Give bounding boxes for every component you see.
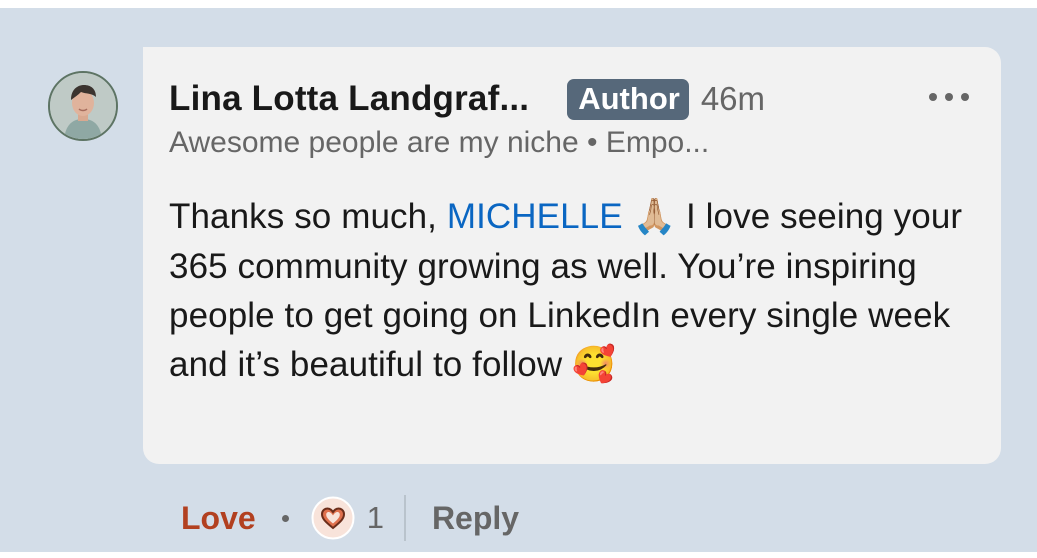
author-name[interactable]: Lina Lotta Landgraf...: [169, 79, 529, 119]
ellipsis-dot: [929, 93, 937, 101]
comment-text-intro: Thanks so much,: [169, 197, 447, 236]
comment-header: Lina Lotta Landgraf... Author 46m: [169, 78, 766, 120]
author-badge: Author: [567, 78, 689, 120]
mention-link[interactable]: MICHELLE: [447, 197, 623, 236]
reaction-count[interactable]: 1: [367, 500, 384, 536]
comment-bubble: Lina Lotta Landgraf... Author 46m Awesom…: [143, 47, 1001, 464]
comment-screen: Lina Lotta Landgraf... Author 46m Awesom…: [0, 0, 1037, 558]
folded-hands-emoji: 🙏🏼: [632, 197, 677, 237]
ellipsis-icon[interactable]: [929, 89, 969, 105]
heart-reaction-icon[interactable]: [311, 496, 355, 540]
comment-text: Thanks so much, MICHELLE 🙏🏼 I love seein…: [169, 192, 969, 390]
avatar[interactable]: [48, 71, 118, 141]
actions-divider: [403, 495, 406, 541]
love-button[interactable]: Love: [181, 500, 256, 537]
comment-timestamp: 46m: [700, 80, 766, 117]
author-headline: Awesome people are my niche • Empo...: [169, 126, 710, 159]
reply-button[interactable]: Reply: [432, 500, 519, 537]
ellipsis-dot: [945, 93, 953, 101]
ellipsis-dot: [961, 93, 969, 101]
separator-dot: [281, 514, 289, 522]
comment-actions: Love 1 Reply: [181, 495, 519, 541]
avatar-photo: [50, 73, 116, 139]
smiling-hearts-emoji: 🥰: [572, 345, 616, 385]
